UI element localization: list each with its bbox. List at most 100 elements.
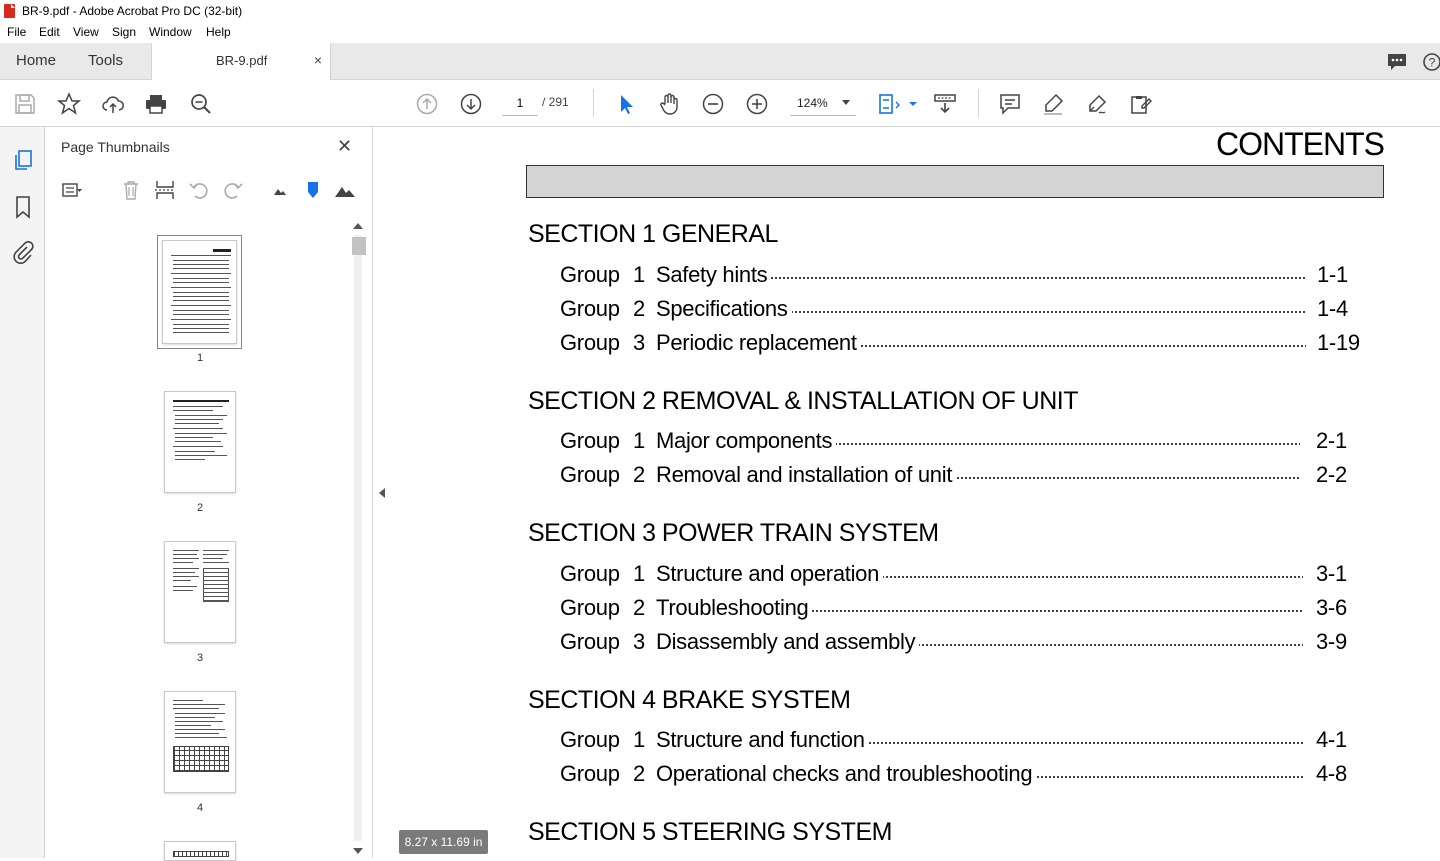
section-heading: SECTION 3 POWER TRAIN SYSTEM xyxy=(528,519,939,547)
menu-help[interactable]: Help xyxy=(206,25,231,39)
menu-sign[interactable]: Sign xyxy=(112,25,136,39)
find-zoom-icon[interactable] xyxy=(189,92,213,116)
zoom-slider-icon[interactable] xyxy=(302,179,324,201)
toc-entry[interactable]: Group 2 Removal and installation of unit… xyxy=(560,462,1357,488)
comment-icon[interactable] xyxy=(998,92,1022,116)
toc-entry[interactable]: Group 2 Operational checks and troublesh… xyxy=(560,761,1357,787)
page-thumbnail[interactable] xyxy=(164,691,236,793)
small-thumbnail-icon[interactable] xyxy=(269,179,291,201)
toc-page: 3-6 xyxy=(1316,595,1347,620)
rotate-counterclockwise-icon[interactable] xyxy=(188,179,210,201)
toc-entry[interactable]: Group 3 Disassembly and assembly 3-9 xyxy=(560,629,1357,655)
fit-page-dropdown-icon[interactable] xyxy=(901,92,917,116)
toc-entry[interactable]: Group 3 Periodic replacement 1-19 xyxy=(560,330,1360,356)
tab-document[interactable]: BR-9.pdf × xyxy=(151,43,331,80)
toc-group-word: Group xyxy=(560,595,620,620)
fit-page-icon[interactable] xyxy=(877,92,901,116)
toc-entry[interactable]: Group 2 Specifications 1-4 xyxy=(560,296,1357,322)
print-icon[interactable] xyxy=(144,92,168,116)
extract-page-icon[interactable] xyxy=(154,179,176,201)
comment-bubble-icon[interactable] xyxy=(1386,52,1408,77)
section-heading: SECTION 5 STEERING SYSTEM xyxy=(528,818,892,846)
page-thumbnails-icon[interactable] xyxy=(11,148,35,172)
toc-group-number: 1 xyxy=(633,561,645,586)
toolbar-separator xyxy=(593,89,594,117)
toc-entry[interactable]: Group 1 Major components 2-1 xyxy=(560,428,1357,454)
select-arrow-icon[interactable] xyxy=(614,92,638,116)
draw-sign-icon[interactable] xyxy=(1085,92,1109,116)
toc-group-number: 2 xyxy=(633,462,645,487)
thumbnail-label: 4 xyxy=(196,802,204,814)
toc-group-word: Group xyxy=(560,761,620,786)
toc-leader-dots xyxy=(830,443,1300,445)
next-page-icon[interactable] xyxy=(459,92,483,116)
page-thumbnail[interactable] xyxy=(164,841,236,861)
window-title: BR-9.pdf - Adobe Acrobat Pro DC (32-bit) xyxy=(22,4,243,18)
upload-cloud-icon[interactable] xyxy=(101,92,125,116)
document-heading: CONTENTS xyxy=(1216,126,1385,162)
panel-collapse-handle[interactable] xyxy=(373,127,393,858)
thumbnails-scrollbar[interactable] xyxy=(350,219,366,858)
hand-tool-icon[interactable] xyxy=(657,92,681,116)
toc-leader-dots xyxy=(807,610,1303,612)
delete-page-icon[interactable] xyxy=(120,179,142,201)
toc-group-word: Group xyxy=(560,629,620,654)
bookmarks-icon[interactable] xyxy=(11,195,35,219)
toc-leader-dots xyxy=(909,644,1303,646)
page-thumbnail[interactable] xyxy=(164,541,236,643)
toc-entry[interactable]: Group 1 Structure and function 4-1 xyxy=(560,727,1357,753)
toc-page: 4-1 xyxy=(1316,727,1347,752)
toc-title: Troubleshooting xyxy=(656,595,813,621)
toc-page: 2-1 xyxy=(1316,428,1347,453)
page-thumbnail[interactable] xyxy=(157,235,242,349)
help-icon[interactable]: ? xyxy=(1422,52,1440,77)
toolbar-separator xyxy=(978,89,979,117)
toolbar xyxy=(0,80,1440,127)
page-thumbnail[interactable] xyxy=(164,391,236,493)
toc-group-number: 2 xyxy=(633,595,645,620)
zoom-out-icon[interactable] xyxy=(701,92,725,116)
toc-entry[interactable]: Group 1 Safety hints 1-1 xyxy=(560,262,1357,288)
scroll-down-icon[interactable] xyxy=(353,848,363,854)
panel-title: Page Thumbnails xyxy=(61,139,170,155)
toc-page: 4-8 xyxy=(1316,761,1347,786)
toc-leader-dots xyxy=(852,345,1306,347)
section-heading: SECTION 2 REMOVAL & INSTALLATION OF UNIT xyxy=(528,387,1079,415)
fill-sign-icon[interactable] xyxy=(1129,92,1153,116)
toc-group-word: Group xyxy=(560,428,620,453)
zoom-level-select[interactable]: 124% xyxy=(790,90,856,116)
toc-entry[interactable]: Group 2 Troubleshooting 3-6 xyxy=(560,595,1357,621)
toc-entry[interactable]: Group 1 Structure and operation 3-1 xyxy=(560,561,1357,587)
toc-leader-dots xyxy=(786,311,1306,313)
section-heading: SECTION 4 BRAKE SYSTEM xyxy=(528,686,851,714)
highlight-pen-icon[interactable] xyxy=(1041,92,1065,116)
tab-home[interactable]: Home xyxy=(16,52,56,69)
panel-toolbar xyxy=(45,172,373,208)
menu-window[interactable]: Window xyxy=(149,25,192,39)
rotate-clockwise-icon[interactable] xyxy=(222,179,244,201)
page-number-input[interactable] xyxy=(502,90,538,116)
toc-leader-dots xyxy=(860,742,1303,744)
scroll-thumb[interactable] xyxy=(352,237,366,255)
scroll-up-icon[interactable] xyxy=(353,223,363,229)
large-thumbnail-icon[interactable] xyxy=(334,179,356,201)
menu-view[interactable]: View xyxy=(73,25,99,39)
bookmark-star-icon[interactable] xyxy=(57,92,81,116)
zoom-level-value: 124% xyxy=(797,96,828,110)
close-panel-icon[interactable]: ✕ xyxy=(337,136,352,157)
thumbnail-label: 2 xyxy=(196,502,204,514)
scroll-track[interactable] xyxy=(354,235,362,841)
options-menu-icon[interactable] xyxy=(61,179,83,201)
previous-page-icon[interactable] xyxy=(415,92,439,116)
menu-file[interactable]: File xyxy=(7,25,26,39)
tab-tools[interactable]: Tools xyxy=(88,52,123,69)
tab-document-label: BR-9.pdf xyxy=(216,53,268,68)
zoom-in-icon[interactable] xyxy=(745,92,769,116)
close-tab-icon[interactable]: × xyxy=(314,52,322,68)
toc-title: Major components xyxy=(656,428,837,454)
toc-title: Structure and function xyxy=(656,727,869,753)
save-icon[interactable] xyxy=(13,92,37,116)
attachments-paperclip-icon[interactable] xyxy=(11,240,35,264)
menu-edit[interactable]: Edit xyxy=(39,25,60,39)
scroll-mode-icon[interactable] xyxy=(933,92,957,116)
